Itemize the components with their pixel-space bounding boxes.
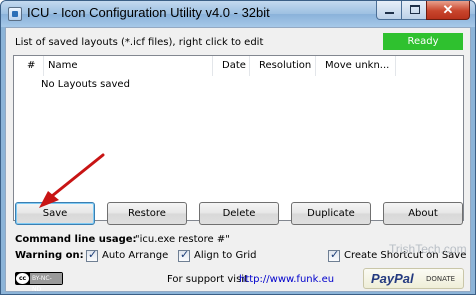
window-title: ICU - Icon Configuration Utility v4.0 - … xyxy=(27,5,270,20)
minimize-icon xyxy=(385,12,394,14)
red-arrow-annotation xyxy=(39,153,105,208)
title-bar[interactable]: ICU - Icon Configuration Utility v4.0 - … xyxy=(1,1,475,27)
app-window: ICU - Icon Configuration Utility v4.0 - … xyxy=(0,0,476,295)
maximize-icon xyxy=(410,5,420,14)
main-panel: List of saved layouts (*.icf files), rig… xyxy=(5,27,471,293)
app-icon xyxy=(8,7,22,21)
minimize-button[interactable] xyxy=(376,1,402,20)
close-icon: ✕ xyxy=(442,2,454,17)
close-button[interactable]: ✕ xyxy=(426,1,470,20)
maximize-button[interactable] xyxy=(401,1,427,20)
